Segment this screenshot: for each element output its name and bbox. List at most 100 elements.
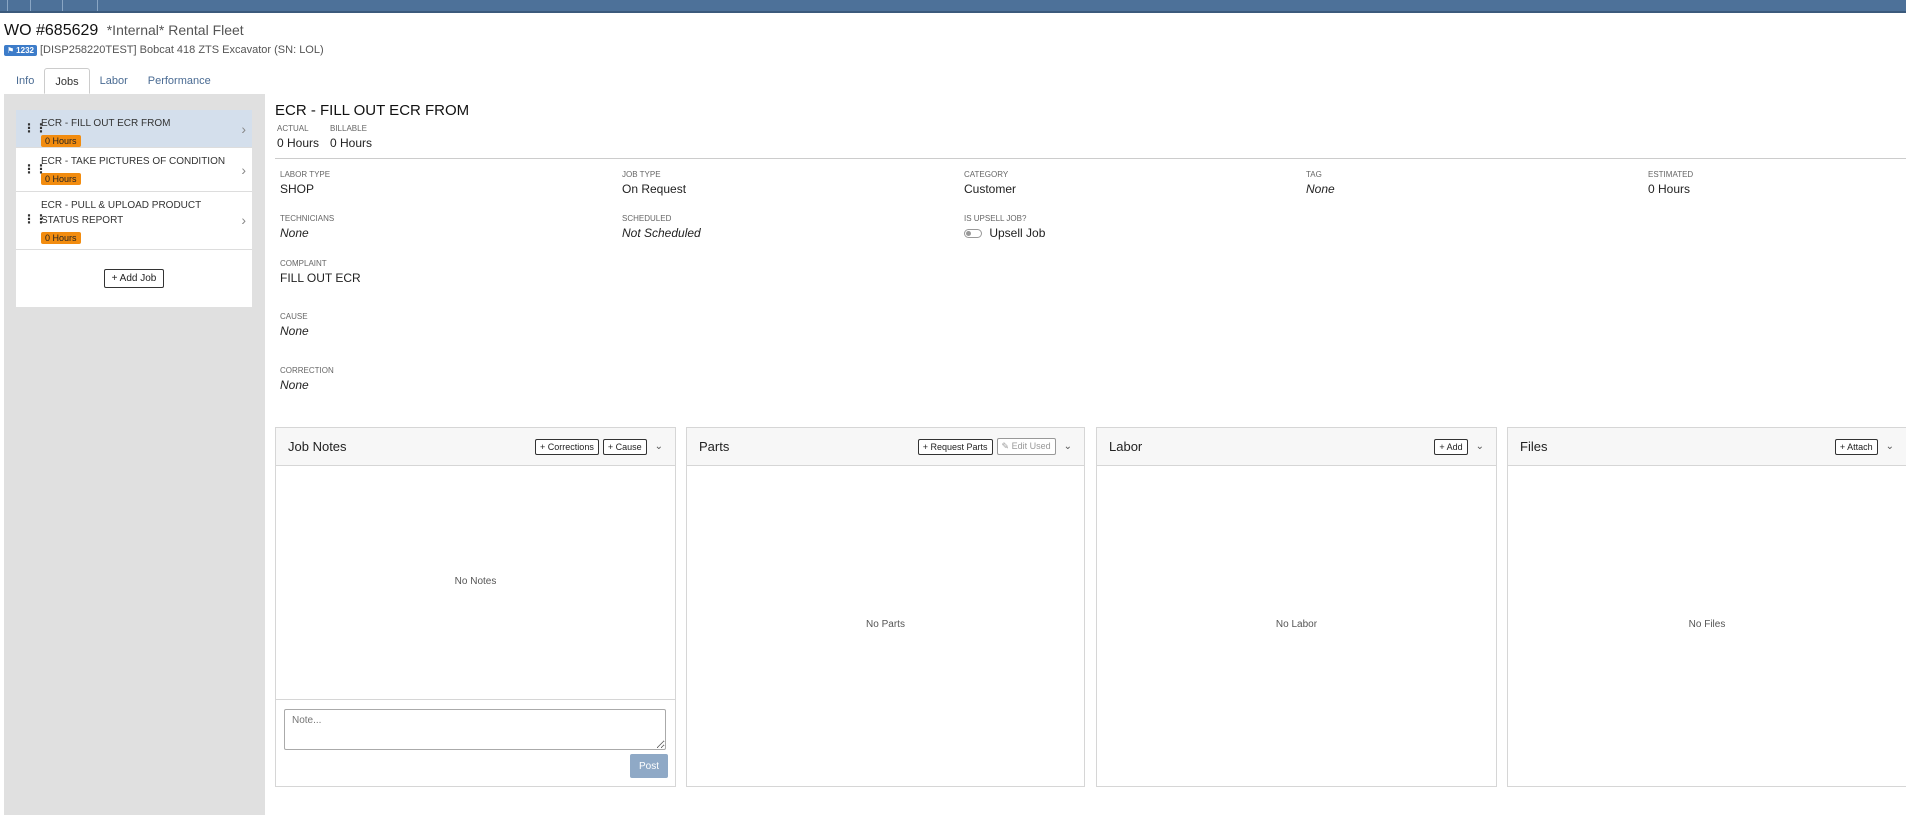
- correction-field[interactable]: CORRECTION None: [280, 366, 334, 392]
- complaint-field[interactable]: COMPLAINT FILL OUT ECR: [280, 259, 361, 285]
- chevron-right-icon: ›: [241, 212, 246, 228]
- field-value: Not Scheduled: [622, 226, 701, 240]
- top-nav-bar: [0, 0, 1906, 13]
- upsell-label: Upsell Job: [989, 226, 1046, 240]
- upsell-toggle-row: Upsell Job: [964, 226, 1045, 240]
- field-label: ACTUAL: [277, 124, 309, 133]
- drag-handle-icon[interactable]: ⋮⋮: [23, 162, 47, 176]
- edit-used-button[interactable]: ✎ Edit Used: [996, 438, 1056, 455]
- tag-icon: ⚑: [7, 45, 15, 55]
- job-hours-badge: 0 Hours: [41, 135, 81, 147]
- panel-title: Job Notes: [288, 439, 347, 454]
- labor-type-field[interactable]: LABOR TYPE SHOP: [280, 170, 330, 196]
- add-corrections-button[interactable]: + Corrections: [535, 438, 599, 455]
- work-order-header: WO #685629 *Internal* Rental Fleet: [4, 22, 244, 40]
- category-field[interactable]: CATEGORY Customer: [964, 170, 1016, 196]
- chevron-right-icon: ›: [241, 162, 246, 178]
- empty-state: No Notes: [454, 576, 497, 587]
- post-note-button[interactable]: Post: [630, 754, 668, 778]
- field-label: SCHEDULED: [622, 214, 672, 223]
- field-label: CORRECTION: [280, 366, 334, 375]
- field-value: None: [280, 324, 309, 338]
- field-label: TECHNICIANS: [280, 214, 335, 223]
- divider: [275, 158, 1906, 159]
- job-list: ⋮⋮ ECR - FILL OUT ECR FROM 0 Hours › ⋮⋮ …: [16, 110, 252, 307]
- field-value: None: [1306, 182, 1335, 196]
- tag-field[interactable]: TAG None: [1306, 170, 1335, 196]
- panel-header: Labor + Add ⌄: [1097, 428, 1496, 466]
- equipment-line: ⚑ 1232 [DISP258220TEST] Bobcat 418 ZTS E…: [4, 44, 324, 56]
- field-value: On Request: [622, 182, 687, 196]
- nav-segment[interactable]: [63, 0, 98, 11]
- nav-segment[interactable]: [8, 0, 31, 11]
- tab-info[interactable]: Info: [6, 68, 44, 94]
- tab-bar: Info Jobs Labor Performance: [6, 68, 221, 94]
- tag-badge[interactable]: ⚑ 1232: [4, 44, 37, 56]
- chevron-down-icon[interactable]: ⌄: [1476, 441, 1484, 452]
- field-label: CATEGORY: [964, 170, 1009, 179]
- job-item-title: ECR - PULL & UPLOAD PRODUCT STATUS REPOR…: [41, 200, 202, 226]
- field-value: Customer: [964, 182, 1017, 196]
- field-value: None: [280, 378, 309, 392]
- divider: [276, 699, 675, 700]
- fleet-name: *Internal* Rental Fleet: [106, 22, 244, 38]
- scheduled-field[interactable]: SCHEDULED Not Scheduled: [622, 214, 701, 240]
- work-order-title: WO #685629 *Internal* Rental Fleet: [4, 22, 244, 39]
- job-list-item[interactable]: ⋮⋮ ECR - PULL & UPLOAD PRODUCT STATUS RE…: [16, 192, 252, 250]
- job-item-title: ECR - FILL OUT ECR FROM: [41, 118, 171, 129]
- panel-header: Job Notes + Corrections + Cause ⌄: [276, 428, 675, 466]
- job-sidebar: ⋮⋮ ECR - FILL OUT ECR FROM 0 Hours › ⋮⋮ …: [4, 94, 265, 815]
- field-label: COMPLAINT: [280, 259, 327, 268]
- tab-performance[interactable]: Performance: [138, 68, 221, 94]
- chevron-right-icon: ›: [241, 121, 246, 137]
- upsell-toggle[interactable]: [964, 229, 982, 239]
- job-notes-panel: Job Notes + Corrections + Cause ⌄ No Not…: [275, 427, 676, 787]
- job-list-item[interactable]: ⋮⋮ ECR - TAKE PICTURES OF CONDITION 0 Ho…: [16, 148, 252, 192]
- tab-jobs[interactable]: Jobs: [44, 68, 90, 94]
- panel-header: Parts + Request Parts ✎ Edit Used ⌄: [687, 428, 1084, 466]
- nav-segment[interactable]: [31, 0, 63, 11]
- job-title: ECR - FILL OUT ECR FROM: [275, 102, 470, 119]
- tab-labor[interactable]: Labor: [90, 68, 138, 94]
- field-label: LABOR TYPE: [280, 170, 331, 179]
- request-parts-button[interactable]: + Request Parts: [917, 438, 993, 455]
- add-job-button[interactable]: + Add Job: [103, 269, 165, 288]
- add-job-area: + Add Job: [16, 250, 252, 307]
- note-input[interactable]: [284, 709, 666, 750]
- field-label: IS UPSELL JOB?: [964, 214, 1027, 223]
- job-type-field[interactable]: JOB TYPE On Request: [622, 170, 686, 196]
- drag-handle-icon[interactable]: ⋮⋮: [23, 212, 47, 226]
- field-label: CAUSE: [280, 312, 308, 321]
- field-label: ESTIMATED: [1648, 170, 1694, 179]
- field-label: JOB TYPE: [622, 170, 661, 179]
- empty-state: No Labor: [1275, 619, 1318, 630]
- panel-header: Files + Attach ⌄: [1508, 428, 1906, 466]
- field-value: FILL OUT ECR: [280, 271, 361, 285]
- chevron-down-icon[interactable]: ⌄: [1886, 441, 1894, 452]
- equipment-name[interactable]: [DISP258220TEST] Bobcat 418 ZTS Excavato…: [40, 44, 324, 56]
- field-value: None: [280, 226, 309, 240]
- panel-title: Labor: [1109, 439, 1143, 454]
- add-labor-button[interactable]: + Add: [1434, 438, 1468, 455]
- field-label: BILLABLE: [330, 124, 367, 133]
- files-panel: Files + Attach ⌄ No Files: [1507, 427, 1906, 787]
- field-value: SHOP: [280, 182, 315, 196]
- parts-panel: Parts + Request Parts ✎ Edit Used ⌄ No P…: [686, 427, 1085, 787]
- work-order-number: WO #685629: [4, 22, 99, 39]
- panel-title: Parts: [699, 439, 730, 454]
- cause-field[interactable]: CAUSE None: [280, 312, 309, 338]
- drag-handle-icon[interactable]: ⋮⋮: [23, 121, 47, 135]
- add-cause-button[interactable]: + Cause: [602, 438, 647, 455]
- upsell-field: IS UPSELL JOB? Upsell Job: [964, 214, 1045, 240]
- technicians-field[interactable]: TECHNICIANS None: [280, 214, 334, 240]
- chevron-down-icon[interactable]: ⌄: [655, 441, 663, 452]
- chevron-down-icon[interactable]: ⌄: [1064, 441, 1072, 452]
- panel-title: Files: [1520, 439, 1548, 454]
- field-value: 0 Hours: [1648, 182, 1691, 196]
- job-list-item[interactable]: ⋮⋮ ECR - FILL OUT ECR FROM 0 Hours ›: [16, 110, 252, 148]
- attach-file-button[interactable]: + Attach: [1834, 438, 1878, 455]
- estimated-field[interactable]: ESTIMATED 0 Hours: [1648, 170, 1693, 196]
- nav-segment[interactable]: [0, 0, 8, 11]
- job-hours-badge: 0 Hours: [41, 232, 81, 244]
- labor-panel: Labor + Add ⌄ No Labor: [1096, 427, 1497, 787]
